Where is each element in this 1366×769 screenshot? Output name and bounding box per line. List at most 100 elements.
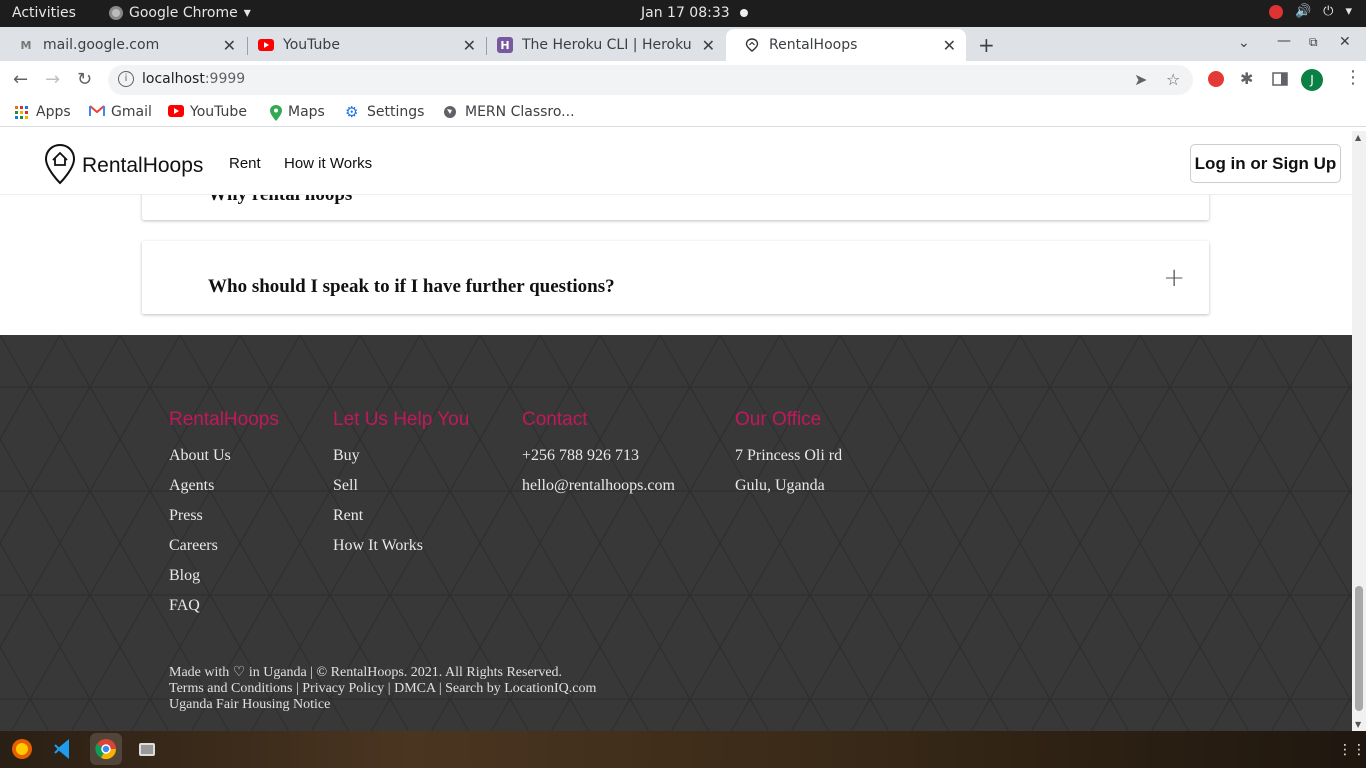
login-signup-button[interactable]: Log in or Sign Up [1190, 144, 1341, 183]
footer-link-faq[interactable]: FAQ [169, 597, 279, 627]
bookmark-mern[interactable]: MERN Classro... [443, 104, 575, 120]
youtube-icon [168, 105, 184, 119]
tab-heroku[interactable]: H The Heroku CLI | Heroku D ✕ [479, 29, 725, 61]
youtube-favicon-icon [258, 37, 274, 53]
chrome-dock-icon[interactable] [90, 733, 122, 765]
scroll-up-arrow-icon[interactable]: ▲ [1355, 133, 1361, 142]
show-applications-icon[interactable]: ⋮⋮⋮ [1338, 742, 1366, 758]
bookmark-label: Apps [36, 104, 71, 120]
bookmark-label: MERN Classro... [465, 104, 575, 120]
footer-heading: Our Office [735, 409, 822, 430]
footer-legal: Made with ♡ in Uganda | © RentalHoops. 2… [169, 665, 596, 713]
footer-column-office: Our Office 7 Princess Oli rd Gulu, Ugand… [735, 409, 842, 507]
volume-icon: 🔊 [1294, 4, 1312, 19]
bookmark-label: YouTube [190, 104, 247, 120]
send-tab-icon[interactable]: ➤ [1134, 70, 1147, 89]
nav-how-it-works-link[interactable]: How it Works [284, 155, 372, 172]
tab-search-icon[interactable]: ⌄ [1238, 35, 1250, 51]
footer-link-careers[interactable]: Careers [169, 537, 279, 567]
tab-title: RentalHoops [769, 37, 858, 53]
bookmark-label: Gmail [111, 104, 152, 120]
globe-icon [443, 105, 459, 119]
menu-kebab-icon[interactable]: ⋮ [1344, 67, 1362, 88]
bookmark-settings[interactable]: ⚙ Settings [345, 104, 424, 120]
site-logo[interactable]: RentalHoops [44, 143, 203, 189]
brand-name: RentalHoops [82, 154, 204, 177]
caret-down-icon: ▾ [243, 5, 251, 21]
app-menu-label: Google Chrome [129, 5, 238, 21]
footer-link-agents[interactable]: Agents [169, 477, 279, 507]
footer-link-buy[interactable]: Buy [333, 447, 469, 477]
minimize-icon[interactable]: — [1277, 33, 1291, 49]
side-panel-icon[interactable] [1272, 71, 1288, 91]
bookmark-youtube[interactable]: YouTube [168, 104, 247, 120]
bookmark-label: Maps [288, 104, 325, 120]
gmail-favicon-icon: M [20, 38, 32, 52]
reload-icon[interactable]: ↻ [77, 69, 92, 90]
restore-icon[interactable]: ⧉ [1309, 35, 1318, 50]
profile-avatar[interactable]: J [1301, 69, 1323, 91]
site-footer: RentalHoops About Us Agents Press Career… [0, 335, 1352, 731]
footer-heading: Let Us Help You [333, 409, 470, 430]
contact-email[interactable]: hello@rentalhoops.com [522, 477, 675, 507]
vscode-icon[interactable] [49, 735, 77, 763]
bookmark-star-icon[interactable]: ☆ [1166, 70, 1180, 89]
copyright-line: Made with ♡ in Uganda | © RentalHoops. 2… [169, 665, 563, 680]
apps-grid-icon [14, 105, 30, 119]
bookmarks-bar: Apps Gmail YouTube Maps ⚙ Settings MERN … [0, 99, 1366, 127]
footer-link-blog[interactable]: Blog [169, 567, 279, 597]
page-scrollbar[interactable]: ▲ ▼ [1352, 131, 1366, 731]
bookmark-apps[interactable]: Apps [14, 104, 71, 120]
tab-gmail[interactable]: M mail.google.com ✕ [0, 29, 246, 61]
caret-down-icon: ▾ [1345, 4, 1352, 19]
address-bar[interactable]: i localhost:9999 ➤ ☆ [108, 65, 1193, 95]
footer-link-how-it-works[interactable]: How It Works [333, 537, 469, 567]
footer-link-rent[interactable]: Rent [333, 507, 469, 537]
system-tray[interactable]: 🔊 ⏻ ▾ [1268, 4, 1352, 19]
app-menu[interactable]: Google Chrome ▾ [109, 5, 251, 21]
tab-title: mail.google.com [43, 37, 160, 53]
close-window-icon[interactable]: ✕ [1339, 34, 1351, 50]
close-tab-icon[interactable]: ✕ [223, 36, 236, 55]
url-port: :9999 [204, 71, 246, 87]
page-viewport: Why rental hoops Who should I speak to i… [0, 131, 1352, 731]
site-header: RentalHoops Rent How it Works Log in or … [0, 131, 1352, 195]
activities-button[interactable]: Activities [12, 5, 76, 21]
site-info-icon[interactable]: i [118, 71, 134, 87]
tab-title: The Heroku CLI | Heroku D [522, 37, 697, 53]
contact-phone[interactable]: +256 788 926 713 [522, 447, 675, 477]
scrollbar-thumb[interactable] [1355, 586, 1363, 711]
footer-link-press[interactable]: Press [169, 507, 279, 537]
scroll-down-arrow-icon[interactable]: ▼ [1355, 720, 1361, 729]
extension-red-icon[interactable] [1208, 71, 1224, 91]
faq-item[interactable]: Who should I speak to if I have further … [142, 241, 1209, 314]
footer-heading: Contact [522, 409, 588, 430]
extensions-puzzle-icon[interactable]: ✱ [1240, 69, 1253, 88]
tab-rentalhoops[interactable]: RentalHoops ✕ [726, 29, 966, 61]
new-tab-button[interactable]: + [978, 33, 995, 57]
close-tab-icon[interactable]: ✕ [463, 36, 476, 55]
tab-title: YouTube [283, 37, 340, 53]
forward-icon[interactable]: → [45, 69, 60, 90]
footer-link-about[interactable]: About Us [169, 447, 279, 477]
back-icon[interactable]: ← [13, 69, 28, 90]
office-city-line: Gulu, Uganda [735, 477, 825, 494]
clock[interactable]: Jan 17 08:33 [641, 5, 748, 21]
tab-youtube[interactable]: YouTube ✕ [240, 29, 486, 61]
bookmark-maps[interactable]: Maps [270, 104, 325, 121]
location-pin-favicon-icon [744, 37, 760, 53]
maps-pin-icon [270, 105, 282, 121]
expand-plus-icon[interactable]: + [1163, 263, 1185, 293]
footer-link-sell[interactable]: Sell [333, 477, 469, 507]
footer-heading: RentalHoops [169, 409, 279, 430]
close-tab-icon[interactable]: ✕ [702, 36, 715, 55]
nav-rent-link[interactable]: Rent [229, 155, 261, 172]
power-icon: ⏻ [1323, 4, 1334, 19]
faq-question: Who should I speak to if I have further … [208, 276, 615, 297]
fair-housing-link[interactable]: Uganda Fair Housing Notice [169, 697, 596, 713]
close-tab-icon[interactable]: ✕ [943, 36, 956, 55]
bookmark-gmail[interactable]: Gmail [89, 104, 152, 120]
files-icon[interactable] [133, 735, 161, 763]
firefox-icon[interactable] [8, 735, 36, 763]
legal-links-line[interactable]: Terms and Conditions | Privacy Policy | … [169, 681, 596, 697]
